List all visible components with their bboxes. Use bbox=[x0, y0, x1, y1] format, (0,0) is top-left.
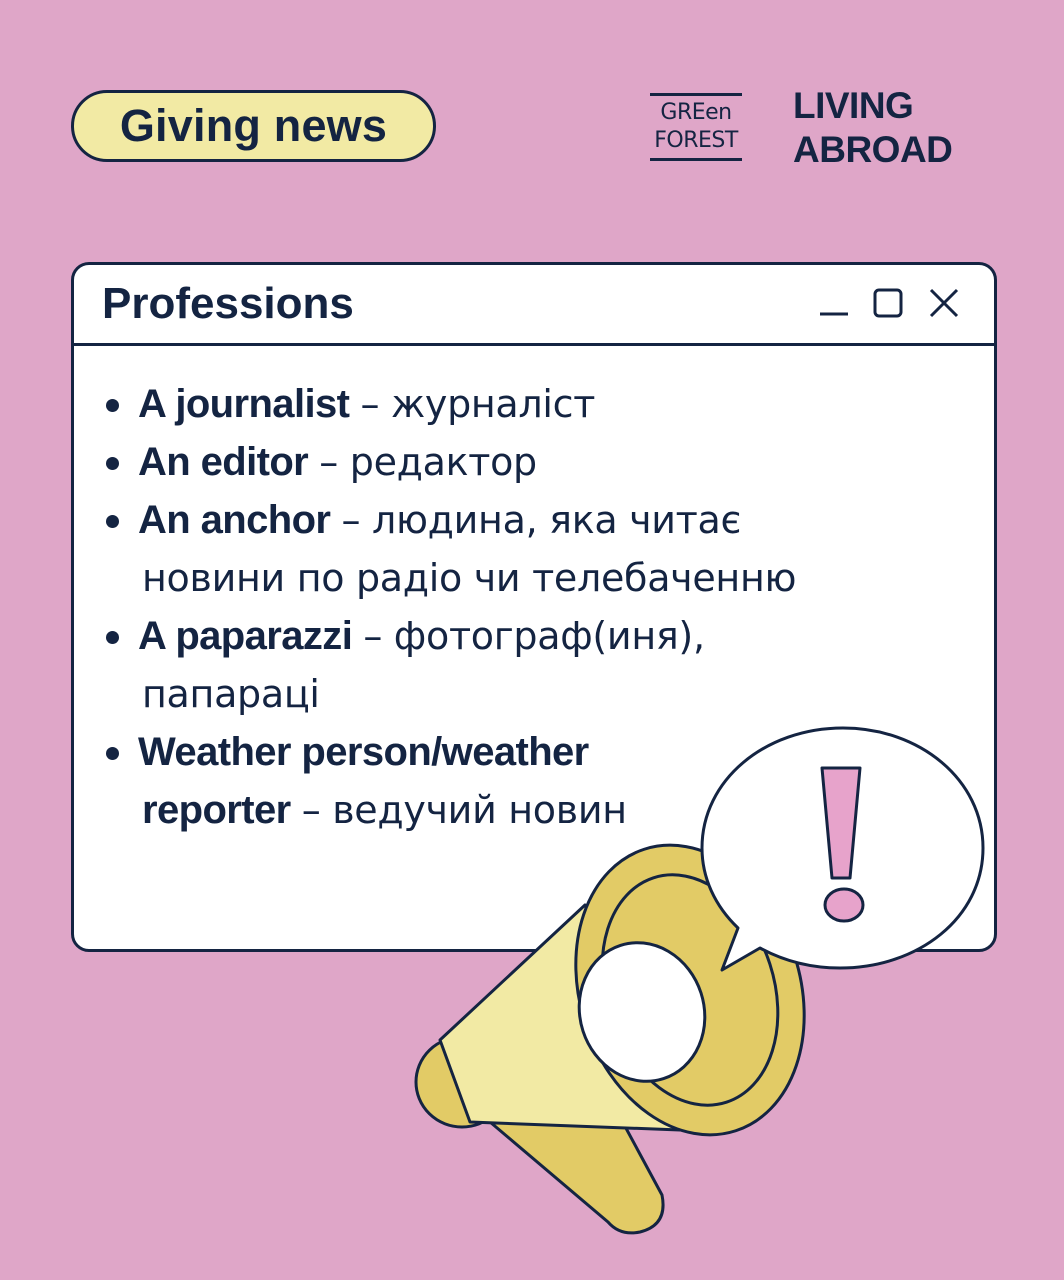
maximize-icon[interactable] bbox=[870, 285, 906, 321]
item-definition: – людина, яка читає bbox=[341, 498, 742, 542]
item-definition: – журналіст bbox=[360, 382, 596, 426]
item-definition: – фотограф(иня), bbox=[363, 614, 705, 658]
list-item: A paparazzi – фотограф(иня), папараці bbox=[104, 607, 796, 723]
item-term: An editor bbox=[138, 440, 309, 484]
item-definition-continued: новини по радіо чи телебаченню bbox=[142, 556, 797, 600]
window-titlebar: Professions bbox=[74, 265, 994, 346]
green-forest-logo-line2: FOREST bbox=[654, 128, 738, 153]
list-item: An anchor – людина, яка читає новини по … bbox=[104, 491, 796, 607]
exclamation-icon bbox=[700, 726, 985, 972]
living-abroad-logo-line1: LIVING bbox=[793, 85, 914, 126]
window-title: Professions bbox=[102, 279, 354, 328]
megaphone-icon bbox=[414, 726, 985, 1235]
topic-tag: Giving news bbox=[71, 90, 436, 162]
item-term: A paparazzi bbox=[138, 614, 353, 658]
living-abroad-logo: LIVING ABROAD bbox=[793, 84, 953, 172]
list-item: A journalist – журналіст bbox=[104, 375, 796, 433]
green-forest-logo-line1: GREen bbox=[660, 100, 732, 125]
living-abroad-logo-line2: ABROAD bbox=[793, 129, 953, 170]
item-term: A journalist bbox=[138, 382, 350, 426]
close-icon[interactable] bbox=[926, 285, 962, 321]
list-item: An editor – редактор bbox=[104, 433, 796, 491]
minimize-icon[interactable] bbox=[816, 285, 852, 321]
topic-tag-label: Giving news bbox=[119, 100, 388, 151]
item-term: An anchor bbox=[138, 498, 331, 542]
green-forest-logo: GREen FOREST bbox=[650, 93, 742, 161]
item-term-continued: reporter bbox=[142, 788, 291, 832]
item-definition-continued: папараці bbox=[142, 672, 320, 716]
item-definition: – редактор bbox=[319, 440, 537, 484]
